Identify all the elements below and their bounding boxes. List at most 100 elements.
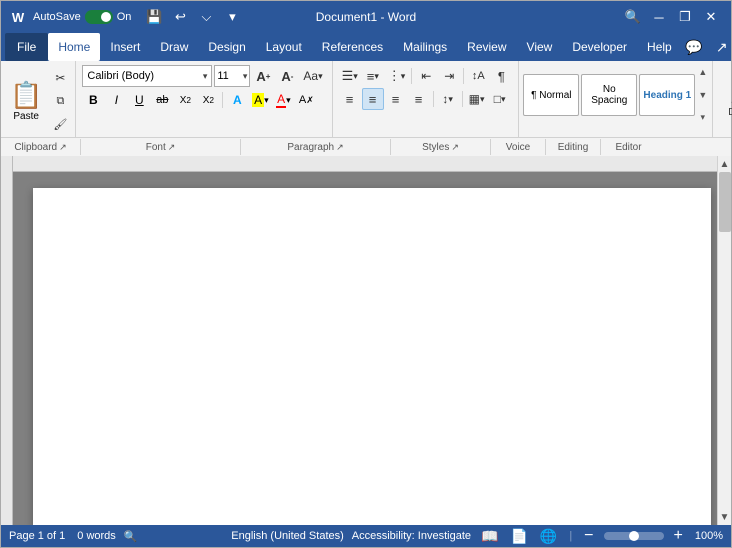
- scroll-up-button[interactable]: ▲: [718, 156, 732, 172]
- multilevel-list-button[interactable]: ⋮▾: [385, 65, 409, 87]
- decrease-indent-button[interactable]: ⇤: [415, 65, 437, 87]
- align-center-button[interactable]: ≡: [362, 88, 384, 110]
- home-menu-label: Home: [58, 40, 90, 54]
- zoom-slider[interactable]: [604, 532, 664, 540]
- show-hide-button[interactable]: ¶: [490, 65, 512, 87]
- print-layout-button[interactable]: 📄: [508, 528, 529, 545]
- share-button[interactable]: ↗: [710, 35, 732, 59]
- format-painter-button[interactable]: 🖌: [49, 113, 71, 135]
- align-left-button[interactable]: ≡: [339, 88, 361, 110]
- close-button[interactable]: ✕: [699, 5, 723, 29]
- subscript-button[interactable]: X2: [174, 90, 196, 110]
- no-spacing-style-button[interactable]: No Spacing: [581, 74, 637, 116]
- menu-item-review[interactable]: Review: [457, 33, 516, 61]
- styles-group-inner: ¶ Normal No Spacing Heading 1 ▲ ▼: [523, 63, 708, 127]
- normal-style-button[interactable]: ¶ Normal: [523, 74, 579, 116]
- vertical-scrollbar[interactable]: ▲ ▼: [717, 156, 731, 525]
- italic-button[interactable]: I: [105, 90, 127, 110]
- paragraph-align-row: ≡ ≡ ≡ ≡ ↕▾ ▦▾ □▾: [339, 88, 513, 110]
- superscript-button[interactable]: X2: [197, 90, 219, 110]
- search-button[interactable]: 🔍: [621, 5, 645, 29]
- accessibility-indicator[interactable]: Accessibility: Investigate: [352, 530, 471, 542]
- document-page-wrapper: [33, 188, 711, 509]
- align-right-button[interactable]: ≡: [385, 88, 407, 110]
- paragraph-dialog-launcher[interactable]: ↗: [336, 142, 344, 153]
- increase-indent-button[interactable]: ⇥: [438, 65, 460, 87]
- comment-button[interactable]: 💬: [682, 35, 706, 59]
- shrink-font-button[interactable]: A-: [276, 65, 298, 87]
- bold-button[interactable]: B: [82, 90, 104, 110]
- cut-icon: ✂: [55, 71, 65, 85]
- grow-font-button[interactable]: A+: [252, 65, 274, 87]
- strikethrough-button[interactable]: ab: [151, 90, 173, 110]
- change-case-button[interactable]: Aa▾: [300, 65, 325, 87]
- paste-label: Paste: [13, 111, 39, 122]
- read-mode-button[interactable]: 📖: [479, 528, 500, 545]
- font-size-value: 11: [217, 70, 228, 82]
- title-bar-title: Document1 - Word: [247, 10, 485, 24]
- numbered-list-button[interactable]: ≡▾: [362, 65, 384, 87]
- menu-item-layout[interactable]: Layout: [256, 33, 312, 61]
- menu-item-view[interactable]: View: [517, 33, 563, 61]
- font-size-dropdown[interactable]: 11 ▾: [214, 65, 250, 87]
- language-indicator[interactable]: English (United States): [231, 530, 344, 542]
- autosave-toggle[interactable]: [85, 10, 113, 24]
- minimize-button[interactable]: ─: [647, 5, 671, 29]
- scroll-thumb[interactable]: [719, 172, 731, 232]
- copy-button[interactable]: ⧉: [49, 90, 71, 112]
- menu-item-mailings[interactable]: Mailings: [393, 33, 457, 61]
- ribbon-labels-row: Clipboard ↗ Font ↗ Paragraph ↗ Styles ↗ …: [1, 137, 731, 156]
- paste-button[interactable]: 📋 Paste: [5, 67, 47, 135]
- menu-item-design[interactable]: Design: [198, 33, 255, 61]
- menu-item-draw[interactable]: Draw: [150, 33, 198, 61]
- highlight-color-button[interactable]: A▾: [249, 90, 271, 110]
- line-spacing-button[interactable]: ↕▾: [437, 88, 459, 110]
- heading1-style-button[interactable]: Heading 1: [639, 74, 695, 116]
- restore-button[interactable]: ❐: [673, 5, 697, 29]
- clear-format-button[interactable]: A✗: [295, 90, 317, 110]
- shading-button[interactable]: ▦▾: [466, 88, 488, 110]
- dictate-button[interactable]: 🎤 Dictate: [721, 78, 732, 121]
- styles-expand-button[interactable]: ▲ ▼ ▾: [697, 65, 708, 125]
- font-name-dropdown[interactable]: Calibri (Body) ▾: [82, 65, 212, 87]
- document-scroll-area[interactable]: [13, 156, 731, 525]
- scroll-track[interactable]: [718, 172, 732, 509]
- voice-group: 🎤 Dictate: [713, 61, 732, 137]
- text-effects-button[interactable]: A: [226, 90, 248, 110]
- zoom-out-button[interactable]: −: [582, 527, 595, 545]
- autosave-state: On: [117, 11, 132, 23]
- title-bar-left: W AutoSave On 💾 ↩ ⌵ ▾: [9, 6, 247, 28]
- menu-item-developer[interactable]: Developer: [562, 33, 637, 61]
- underline-button[interactable]: U: [128, 90, 150, 110]
- styles-dialog-launcher[interactable]: ↗: [451, 142, 459, 153]
- menu-bar-right: 💬 ↗: [682, 35, 732, 59]
- cut-button[interactable]: ✂: [49, 67, 71, 89]
- menu-item-insert[interactable]: Insert: [100, 33, 150, 61]
- menu-item-home[interactable]: Home: [48, 33, 100, 61]
- web-layout-button[interactable]: 🌐: [538, 528, 559, 545]
- justify-button[interactable]: ≡: [408, 88, 430, 110]
- scroll-down-button[interactable]: ▼: [718, 509, 732, 525]
- review-menu-label: Review: [467, 40, 506, 54]
- menu-item-file[interactable]: File: [5, 33, 48, 61]
- redo-dropdown-button[interactable]: ⌵: [195, 6, 217, 28]
- clipboard-group-label: Clipboard: [14, 142, 57, 153]
- menu-item-help[interactable]: Help: [637, 33, 682, 61]
- font-dialog-launcher[interactable]: ↗: [168, 142, 176, 153]
- borders-button[interactable]: □▾: [489, 88, 511, 110]
- document-content-area[interactable]: [33, 188, 711, 525]
- clipboard-dialog-launcher[interactable]: ↗: [59, 142, 67, 153]
- save-button[interactable]: 💾: [143, 6, 165, 28]
- font-color-button[interactable]: A▾: [272, 90, 294, 110]
- menu-item-references[interactable]: References: [312, 33, 393, 61]
- customize-quick-access-button[interactable]: ▾: [221, 6, 243, 28]
- spell-check-status[interactable]: 🔍: [124, 530, 138, 543]
- zoom-in-button[interactable]: +: [672, 527, 685, 545]
- dictate-label: Dictate: [728, 107, 732, 118]
- sort-button[interactable]: ↕A: [467, 65, 489, 87]
- document-page[interactable]: [33, 188, 711, 525]
- font-name-dropdown-arrow: ▾: [203, 71, 208, 82]
- bullet-list-button[interactable]: ☰▾: [339, 65, 361, 87]
- separator3: [433, 91, 434, 107]
- undo-button[interactable]: ↩: [169, 6, 191, 28]
